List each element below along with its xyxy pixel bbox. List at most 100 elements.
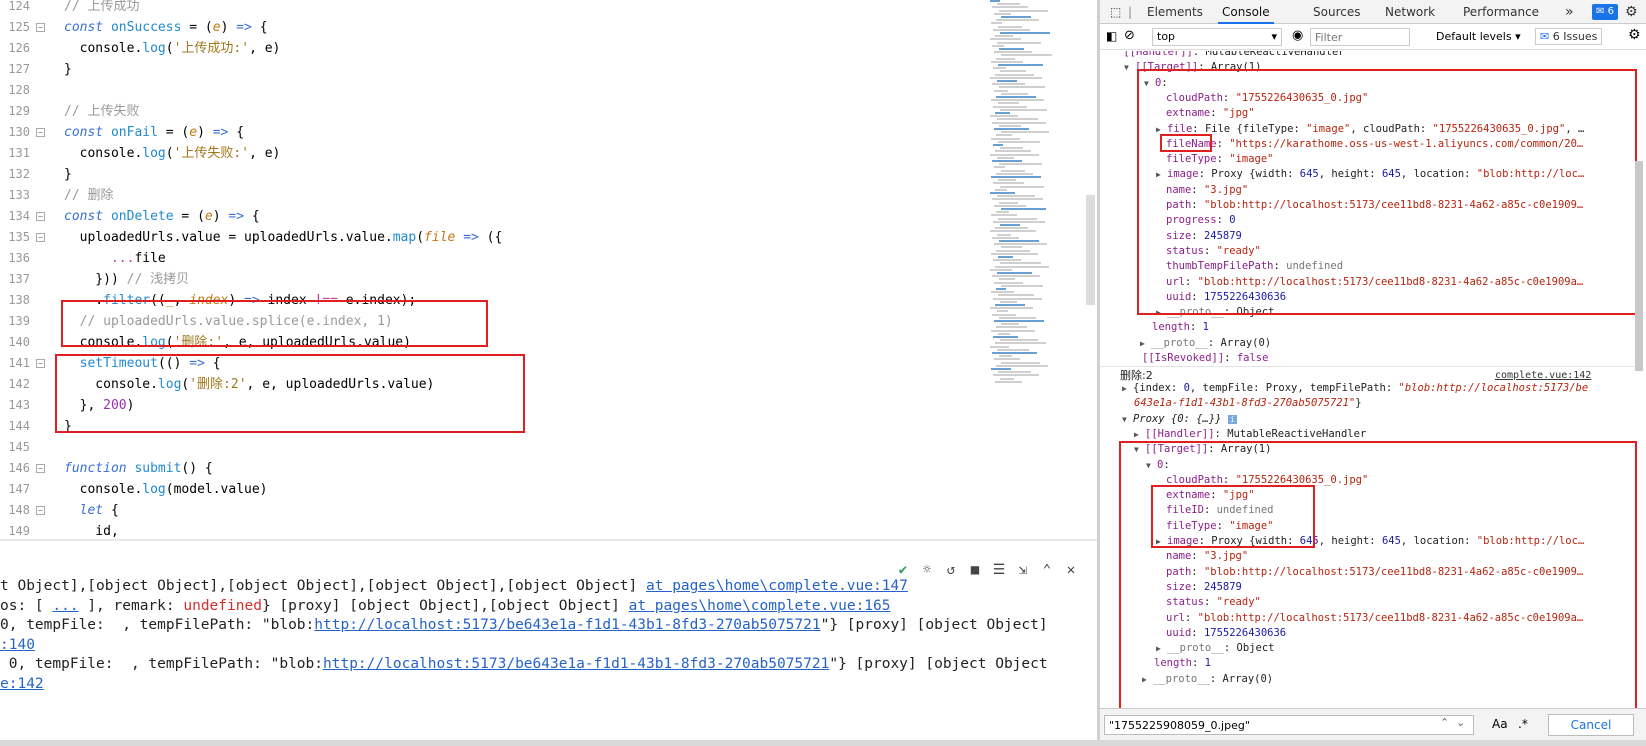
minimap-line bbox=[1001, 323, 1019, 326]
minimap-line bbox=[993, 182, 1024, 185]
minimap-line bbox=[994, 12, 1011, 15]
code-line[interactable]: 137 })) // 浅拷贝 bbox=[0, 269, 990, 290]
terminal-tool-icon[interactable]: ⌃ bbox=[1035, 560, 1059, 580]
search-next-icon[interactable]: ⌄ bbox=[1456, 716, 1465, 729]
console-entry[interactable]: ▶ [[Handler]]: MutableReactiveHandler bbox=[1134, 427, 1366, 442]
code-line[interactable]: 135− uploadedUrls.value = uploadedUrls.v… bbox=[0, 227, 990, 248]
minimap-line bbox=[997, 80, 1017, 82]
tab-console[interactable]: Console bbox=[1218, 0, 1274, 24]
minimap-line bbox=[999, 355, 1012, 358]
code-line[interactable]: 130− const onFail = (e) => { bbox=[0, 122, 990, 143]
console-entry[interactable]: ▶ __proto__: Array(0) bbox=[1140, 336, 1271, 351]
line-number: 125 bbox=[8, 20, 30, 34]
context-select[interactable]: top ▾ bbox=[1152, 28, 1282, 46]
terminal-tool-icon[interactable]: ✕ bbox=[1059, 560, 1083, 580]
search-input[interactable] bbox=[1104, 715, 1474, 735]
minimap-line bbox=[993, 259, 1021, 262]
fold-icon[interactable]: − bbox=[36, 233, 45, 242]
console-entry[interactable]: ▶ {index: 0, tempFile: Proxy, tempFilePat… bbox=[1122, 381, 1588, 396]
console-log-separator bbox=[1100, 366, 1640, 367]
tab-network[interactable]: Network bbox=[1385, 0, 1435, 24]
fold-icon[interactable]: − bbox=[36, 464, 45, 473]
code-line[interactable]: 134− const onDelete = (e) => { bbox=[0, 206, 990, 227]
minimap-line bbox=[992, 44, 1004, 47]
code-text: id, bbox=[64, 524, 119, 539]
fold-icon[interactable]: − bbox=[36, 359, 45, 368]
code-line[interactable]: 128 bbox=[0, 80, 990, 101]
terminal-tool-icon[interactable]: ☼ bbox=[915, 560, 939, 580]
gear-icon[interactable]: ⚙ bbox=[1625, 0, 1638, 24]
console-entry[interactable]: [[IsRevoked]]: false bbox=[1142, 351, 1268, 366]
code-line[interactable]: 149 id, bbox=[0, 521, 990, 540]
cancel-button[interactable]: Cancel bbox=[1548, 714, 1634, 736]
inspect-icon[interactable]: ⬚ bbox=[1110, 0, 1121, 24]
minimap-line bbox=[998, 64, 1043, 66]
console-entry[interactable]: ▼ Proxy {0: {…}} i bbox=[1122, 412, 1237, 427]
context-value: top bbox=[1157, 30, 1176, 43]
minimap-line bbox=[996, 172, 1033, 175]
console-entry[interactable]: [[Handler]]: MutableReactiveHandler bbox=[1106, 51, 1344, 60]
eye-icon[interactable]: ◉ bbox=[1292, 28, 1303, 43]
minimap-line bbox=[992, 275, 1040, 278]
issues-button[interactable]: ✉ 6 Issues bbox=[1535, 28, 1603, 45]
fold-icon[interactable]: − bbox=[36, 23, 45, 32]
terminal-line: os: [ ... ], remark: undefined} [proxy] … bbox=[0, 597, 891, 614]
more-tabs-icon[interactable]: » bbox=[1565, 0, 1574, 24]
terminal-tool-icon[interactable]: ⇲ bbox=[1011, 560, 1035, 580]
console-entry[interactable]: length: 1 bbox=[1152, 320, 1209, 335]
code-line[interactable]: 136 ...file bbox=[0, 248, 990, 269]
log-levels-select[interactable]: Default levels ▾ bbox=[1436, 30, 1521, 43]
console-settings-icon[interactable]: ⚙ bbox=[1628, 27, 1641, 43]
code-line[interactable]: 124 // 上传成功 bbox=[0, 0, 990, 17]
minimap-line bbox=[994, 204, 1026, 207]
code-line[interactable]: 129 // 上传失败 bbox=[0, 101, 990, 122]
line-number: 127 bbox=[8, 62, 30, 76]
minimap-line bbox=[992, 352, 1037, 354]
line-number: 147 bbox=[8, 482, 30, 496]
chevron-down-icon: ▾ bbox=[1271, 30, 1277, 43]
console-scrollbar[interactable] bbox=[1635, 161, 1643, 371]
code-editor[interactable]: 124// 上传成功 125− const onSuccess = (e) => {… bbox=[0, 0, 1097, 540]
line-number: 126 bbox=[8, 41, 30, 55]
minimap[interactable] bbox=[990, 0, 1090, 395]
code-line[interactable]: 132} bbox=[0, 164, 990, 185]
minimap-line bbox=[991, 214, 1017, 217]
tab-elements[interactable]: Elements bbox=[1147, 0, 1203, 24]
code-line[interactable]: 145 bbox=[0, 437, 990, 458]
terminal-tool-icon[interactable]: ■ bbox=[963, 560, 987, 580]
line-number: 146 bbox=[8, 461, 30, 475]
console-entry[interactable]: 643e1a-f1d1-43b1-8fd3-270ab5075721"} bbox=[1134, 396, 1362, 411]
line-number: 129 bbox=[8, 104, 30, 118]
terminal-tool-icon[interactable]: ↺ bbox=[939, 560, 963, 580]
console-output[interactable]: [[Handler]]: MutableReactiveHandler ▼ [[Ta… bbox=[1100, 51, 1646, 708]
message-count-badge[interactable]: ✉ 6 bbox=[1592, 4, 1618, 20]
code-line[interactable]: 147 console.log(model.value) bbox=[0, 479, 990, 500]
filter-input[interactable] bbox=[1310, 28, 1410, 46]
line-number: 144 bbox=[8, 419, 30, 433]
code-line[interactable]: 131 console.log('上传失败:', e) bbox=[0, 143, 990, 164]
tab-sources[interactable]: Sources bbox=[1313, 0, 1360, 24]
editor-scrollbar[interactable] bbox=[1086, 195, 1095, 305]
fold-icon[interactable]: − bbox=[36, 128, 45, 137]
terminal-line: 0, tempFile: , tempFilePath: "blob:http:… bbox=[0, 656, 1048, 672]
search-prev-icon[interactable]: ⌃ bbox=[1440, 716, 1449, 729]
code-line[interactable]: 127} bbox=[0, 59, 990, 80]
minimap-line bbox=[997, 272, 1032, 274]
clear-console-icon[interactable]: ⊘ bbox=[1124, 28, 1135, 43]
code-line[interactable]: 146− function submit() { bbox=[0, 458, 990, 479]
minimap-line bbox=[992, 121, 1046, 124]
minimap-line bbox=[1001, 54, 1052, 57]
regex-button[interactable]: .* bbox=[1518, 717, 1528, 731]
code-line[interactable]: 126 console.log('上传成功:', e) bbox=[0, 38, 990, 59]
code-line[interactable]: 133 // 删除 bbox=[0, 185, 990, 206]
sidebar-toggle-icon[interactable]: ◧ bbox=[1106, 29, 1117, 43]
fold-icon[interactable]: − bbox=[36, 212, 45, 221]
minimap-line bbox=[992, 83, 1025, 86]
terminal-tool-icon[interactable]: ☰ bbox=[987, 560, 1011, 580]
fold-icon[interactable]: − bbox=[36, 506, 45, 515]
code-line[interactable]: 125− const onSuccess = (e) => { bbox=[0, 17, 990, 38]
terminal-panel[interactable]: ✔ ☼ ↺ ■ ☰ ⇲ ⌃ ✕ t Object],[object Object],[obje… bbox=[0, 541, 1097, 740]
code-line[interactable]: 148− let { bbox=[0, 500, 990, 521]
match-case-button[interactable]: Aa bbox=[1492, 717, 1508, 731]
tab-performance[interactable]: Performance bbox=[1463, 0, 1539, 24]
